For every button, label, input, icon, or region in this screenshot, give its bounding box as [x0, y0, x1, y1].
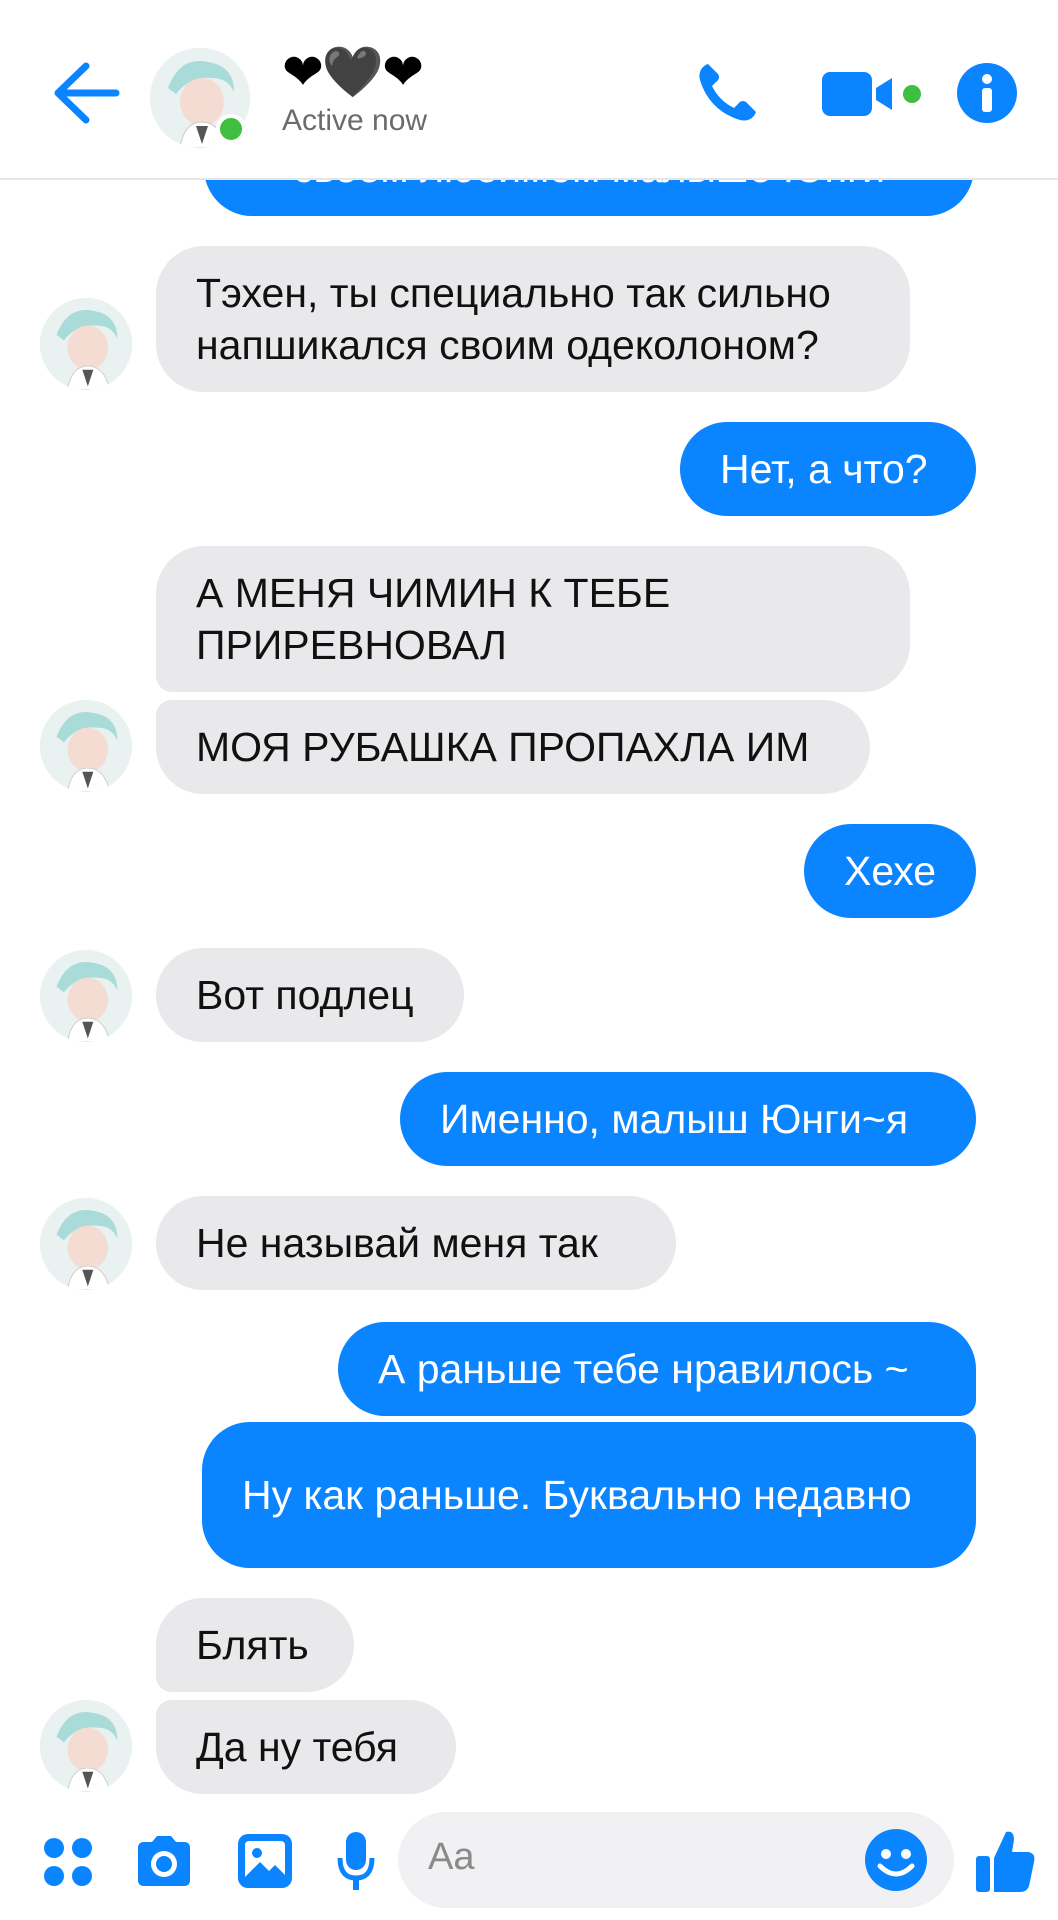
message-bubble-incoming: Не называй меня так: [156, 1196, 676, 1290]
message-text: Не называй меня так: [196, 1220, 598, 1266]
message-bubble-outgoing: Именно, малыш Юнги~я: [400, 1072, 976, 1166]
message-text: Нет, а что?: [720, 446, 928, 492]
message-text: Хехе: [844, 848, 937, 894]
message-bubble-incoming: Да ну тебя: [156, 1700, 456, 1794]
message-bubble-outgoing: А раньше тебе нравилось ~: [338, 1322, 976, 1416]
message-text: Блять: [196, 1622, 309, 1668]
message-bubble-incoming: Вот подлец: [156, 948, 464, 1042]
message-bubble-incoming: МОЯ РУБАШКА ПРОПАХЛА ИМ: [156, 700, 870, 794]
message-text: Тэхен, ты специально так сильно напшикал…: [196, 270, 831, 368]
message-bubble-outgoing: Ну как раньше. Буквально недавно: [202, 1422, 976, 1568]
contact-name: ❤🖤❤: [282, 44, 424, 100]
thumbs-up-icon[interactable]: [974, 1828, 1036, 1894]
message-text: МОЯ РУБАШКА ПРОПАХЛА ИМ: [196, 724, 810, 770]
phone-icon[interactable]: [694, 60, 760, 126]
back-arrow-icon[interactable]: [52, 60, 122, 126]
message-bubble-outgoing: Хехе: [804, 824, 976, 918]
emoji-icon[interactable]: [864, 1828, 928, 1892]
apps-icon[interactable]: [42, 1836, 94, 1888]
message-text: Ну как раньше. Буквально недавно: [242, 1472, 912, 1518]
sender-avatar[interactable]: [40, 1198, 132, 1290]
sender-avatar[interactable]: [40, 298, 132, 390]
chat-header: ❤🖤❤ Active now: [0, 0, 1058, 180]
active-status: Active now: [282, 104, 428, 137]
sender-avatar[interactable]: [40, 1700, 132, 1792]
message-bubble-incoming: Блять: [156, 1598, 354, 1692]
message-text: А МЕНЯ ЧИМИН К ТЕБЕ ПРИРЕВНОВАЛ: [196, 570, 671, 668]
camera-icon[interactable]: [134, 1834, 194, 1888]
message-text: Именно, малыш Юнги~я: [440, 1096, 909, 1142]
message-bubble-outgoing: Нет, а что?: [680, 422, 976, 516]
message-text: Да ну тебя: [196, 1724, 398, 1770]
sender-avatar[interactable]: [40, 700, 132, 792]
message-text: А раньше тебе нравилось ~: [378, 1346, 909, 1392]
video-camera-icon[interactable]: [820, 66, 930, 122]
microphone-icon[interactable]: [336, 1830, 376, 1892]
sender-avatar[interactable]: [40, 950, 132, 1042]
message-bubble-incoming: А МЕНЯ ЧИМИН К ТЕБЕ ПРИРЕВНОВАЛ: [156, 546, 910, 692]
message-bubble-incoming: Тэхен, ты специально так сильно напшикал…: [156, 246, 910, 392]
gallery-icon[interactable]: [236, 1832, 294, 1890]
message-text: Вот подлец: [196, 972, 414, 1018]
info-icon[interactable]: [956, 62, 1018, 124]
online-indicator: [216, 114, 246, 144]
message-input-placeholder: Aa: [428, 1836, 475, 1878]
